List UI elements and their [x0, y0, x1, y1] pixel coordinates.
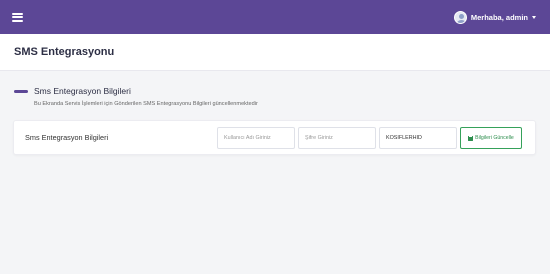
page-title: SMS Entegrasyonu [14, 46, 115, 58]
hamburger-icon[interactable] [12, 12, 23, 22]
caret-down-icon [532, 15, 536, 19]
page-header: SMS Entegrasyonu [0, 34, 550, 71]
user-avatar-icon [453, 10, 467, 24]
section-title: Sms Entegrasyon Bilgileri [34, 86, 131, 96]
section-subtitle: Bu Ekranda Servis İşlemleri için Gönderi… [34, 101, 258, 107]
section-accent-bar [14, 89, 28, 93]
sender-id-input[interactable] [379, 127, 457, 149]
update-info-button[interactable]: Bilgileri Güncelle [460, 127, 522, 149]
username-input[interactable] [217, 127, 295, 149]
user-greeting: Merhaba, admin [470, 12, 528, 22]
top-navbar: Merhaba, admin [0, 0, 550, 34]
password-input[interactable] [298, 127, 376, 149]
save-icon [468, 135, 474, 141]
update-button-label: Bilgileri Güncelle [475, 135, 514, 141]
user-menu[interactable]: Merhaba, admin [453, 10, 536, 24]
section-header: Sms Entegrasyon Bilgileri [14, 86, 131, 96]
card-label: Sms Entegrasyon Bilgileri [25, 133, 109, 142]
sms-settings-card: Sms Entegrasyon Bilgileri Bilgileri Günc… [13, 120, 536, 155]
